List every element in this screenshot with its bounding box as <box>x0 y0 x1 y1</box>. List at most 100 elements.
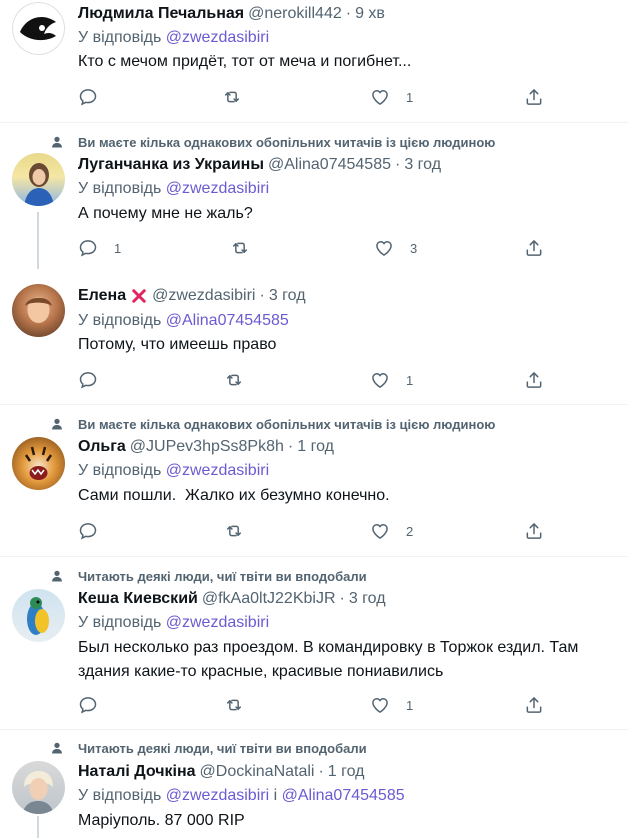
reply-button[interactable] <box>78 370 114 390</box>
like-button[interactable]: 2 <box>370 521 413 541</box>
author-handle[interactable]: @JUPev3hpSs8Pk8h <box>130 438 284 456</box>
thread-line <box>37 816 39 838</box>
reply-button[interactable] <box>78 87 114 107</box>
timestamp[interactable]: 1 год <box>328 763 365 781</box>
tweet[interactable]: Читають деякі люди, чиї твіти ви вподоба… <box>0 730 628 838</box>
separator-dot: · <box>287 438 294 455</box>
reply-mention[interactable]: @zwezdasibiri <box>166 787 269 804</box>
author-handle[interactable]: @DockinaNatali <box>200 763 315 781</box>
retweet-button[interactable] <box>224 695 260 715</box>
social-context-text: Ви маєте кілька однакових обопільних чит… <box>78 416 496 432</box>
retweet-button[interactable] <box>224 370 260 390</box>
retweet-button[interactable] <box>230 238 266 258</box>
tweet-text: Кто с мечом придёт, тот от меча и погибн… <box>78 53 412 70</box>
tweet-actions: 1 <box>78 370 578 392</box>
separator-dot: · <box>318 763 324 780</box>
timestamp[interactable]: 9 хв <box>355 5 385 23</box>
tweet-header: Ольга @JUPev3hpSs8Pk8h · 1 год <box>78 436 334 458</box>
reply-context: У відповідь @zwezdasibiri <box>78 614 269 632</box>
author-name[interactable]: Ольга <box>78 438 126 456</box>
avatar[interactable] <box>12 153 65 206</box>
author-name[interactable]: Наталі Дочкіна <box>78 763 196 781</box>
like-count: 1 <box>406 372 414 388</box>
timestamp[interactable]: 3 год <box>269 287 306 305</box>
like-button[interactable]: 3 <box>374 238 417 258</box>
timestamp[interactable]: 1 год <box>297 438 334 456</box>
reply-mention[interactable]: @zwezdasibiri <box>166 462 269 479</box>
tweet[interactable]: Людмила Печальная @nerokill442 · 9 хв У … <box>0 0 628 122</box>
reply-icon <box>78 521 98 541</box>
author-name[interactable]: Елена <box>78 287 126 305</box>
reply-icon <box>78 370 98 390</box>
share-icon <box>524 238 544 258</box>
retweet-icon <box>222 87 242 107</box>
tweet[interactable]: Елена @zwezdasibiri · 3 год У відповідь … <box>0 270 628 404</box>
tweet-text: Сами пошли. Жалко их безумно конечно. <box>78 487 390 504</box>
share-icon <box>524 521 544 541</box>
avatar[interactable] <box>12 761 65 814</box>
share-button[interactable] <box>524 87 544 107</box>
reply-mention[interactable]: @zwezdasibiri <box>166 614 269 631</box>
tweet[interactable]: Ви маєте кілька однакових обопільних чит… <box>0 123 628 269</box>
tweet-header: Людмила Печальная @nerokill442 · 9 хв <box>78 3 385 25</box>
reply-context: У відповідь @zwezdasibiri <box>78 29 269 47</box>
avatar[interactable] <box>12 284 65 337</box>
share-button[interactable] <box>524 695 544 715</box>
avatar[interactable] <box>12 589 65 642</box>
social-context-text: Читають деякі люди, чиї твіти ви вподоба… <box>78 568 367 584</box>
heart-icon <box>370 521 390 541</box>
reply-mention[interactable]: @zwezdasibiri <box>166 180 269 197</box>
author-name[interactable]: Людмила Печальная <box>78 5 244 23</box>
share-button[interactable] <box>524 238 544 258</box>
timestamp[interactable]: 3 год <box>404 156 441 174</box>
reply-prefix: У відповідь <box>78 462 162 479</box>
timestamp[interactable]: 3 год <box>349 590 386 608</box>
reply-button[interactable] <box>78 695 114 715</box>
red-x-emoji-icon <box>132 289 146 303</box>
share-icon <box>524 87 544 107</box>
social-context: Читають деякі люди, чиї твіти ви вподоба… <box>50 567 367 585</box>
tweet-header: Кеша Киевский @fkAa0ltJ22KbiJR · 3 год <box>78 588 386 610</box>
like-count: 1 <box>406 89 414 105</box>
tweet[interactable]: Ви маєте кілька однакових обопільних чит… <box>0 405 628 556</box>
share-icon <box>524 370 544 390</box>
reply-button[interactable] <box>78 521 114 541</box>
retweet-button[interactable] <box>222 87 258 107</box>
tweet-actions: 1 3 <box>78 238 578 260</box>
like-count: 3 <box>410 240 418 256</box>
tweet-text: Маріуполь. 87 000 RIP <box>78 812 245 829</box>
heart-icon <box>370 87 390 107</box>
reply-mention[interactable]: @Alina07454585 <box>166 312 289 329</box>
avatar[interactable] <box>12 437 65 490</box>
separator-dot: · <box>395 156 401 173</box>
social-context: Ви маєте кілька однакових обопільних чит… <box>50 415 495 433</box>
like-button[interactable]: 1 <box>370 695 413 715</box>
reply-mention[interactable]: @zwezdasibiri <box>166 29 269 46</box>
avatar[interactable] <box>12 2 65 55</box>
retweet-button[interactable] <box>224 521 260 541</box>
share-button[interactable] <box>524 370 544 390</box>
separator-dot: · <box>259 287 265 304</box>
reply-count: 1 <box>114 240 122 256</box>
person-icon <box>50 741 64 755</box>
share-button[interactable] <box>524 521 544 541</box>
like-count: 1 <box>406 697 414 713</box>
tweet[interactable]: Читають деякі люди, чиї твіти ви вподоба… <box>0 557 628 729</box>
author-handle[interactable]: @fkAa0ltJ22KbiJR <box>202 590 336 608</box>
reply-icon <box>78 87 98 107</box>
social-context-text: Ви маєте кілька однакових обопільних чит… <box>78 134 496 150</box>
author-handle[interactable]: @zwezdasibiri <box>152 287 255 305</box>
tweet-actions: 1 <box>78 695 578 717</box>
like-button[interactable]: 1 <box>370 87 413 107</box>
reply-button[interactable]: 1 <box>78 238 121 258</box>
author-name[interactable]: Луганчанка из Украины <box>78 156 264 174</box>
tweet-header: Луганчанка из Украины @Alina07454585 · 3… <box>78 154 441 176</box>
author-handle[interactable]: @Alina07454585 <box>268 156 391 174</box>
author-handle[interactable]: @nerokill442 <box>248 5 342 23</box>
person-icon <box>50 569 64 583</box>
like-button[interactable]: 1 <box>370 370 413 390</box>
author-name[interactable]: Кеша Киевский <box>78 590 198 608</box>
reply-mention-2[interactable]: @Alina07454585 <box>282 787 405 804</box>
thread-line <box>37 212 39 269</box>
separator-dot: · <box>345 5 352 22</box>
